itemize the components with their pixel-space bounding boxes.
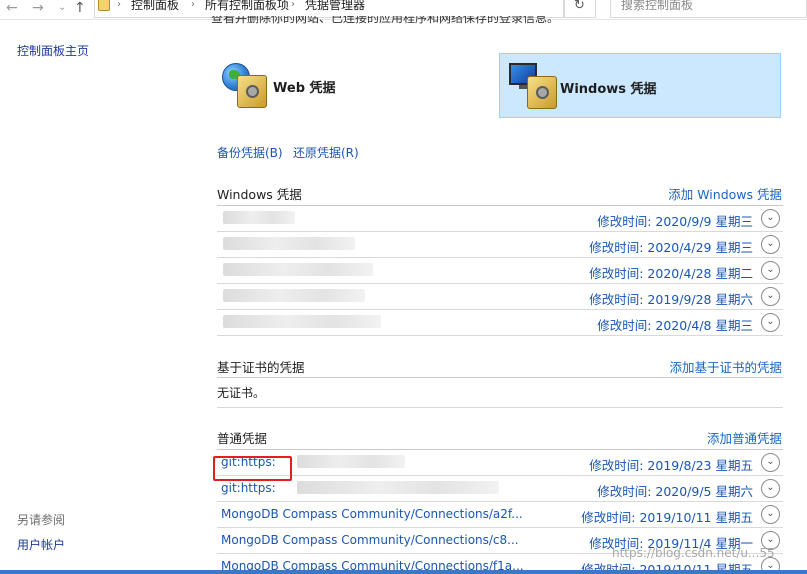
vault-icon: [237, 75, 267, 108]
windows-credential-row[interactable]: 修改时间: 2020/4/28 星期二 ⌄: [217, 258, 783, 284]
search-placeholder: 搜索控制面板: [621, 0, 694, 12]
breadcrumb-all-items[interactable]: 所有控制面板项: [205, 0, 289, 12]
breadcrumb-credential-manager[interactable]: 凭据管理器: [305, 0, 365, 12]
up-arrow-icon[interactable]: ↑: [74, 0, 86, 18]
generic-credentials-heading: 普通凭据: [217, 431, 268, 446]
credential-name: MongoDB Compass Community/Connections/a2…: [221, 507, 523, 521]
modified-date: 修改时间: 2020/4/29 星期三: [589, 240, 753, 255]
redacted-name: [223, 263, 373, 276]
intro-text: 查看并删除你的网站、已连接的应用程序和网络保存的登录信息。: [211, 16, 560, 25]
generic-credential-row[interactable]: MongoDB Compass Community/Connections/a2…: [217, 502, 783, 528]
expand-chevron-icon[interactable]: ⌄: [761, 261, 780, 280]
expand-chevron-icon[interactable]: ⌄: [761, 209, 780, 228]
redacted-name: [223, 315, 381, 328]
windows-credentials-label: Windows 凭据: [560, 82, 657, 97]
forward-arrow-icon[interactable]: →: [32, 0, 44, 18]
windows-credentials-heading: Windows 凭据: [217, 187, 302, 202]
add-generic-credential-link[interactable]: 添加普通凭据: [707, 428, 782, 447]
breadcrumb-separator-icon: ›: [117, 0, 121, 10]
redacted-name: [223, 211, 295, 224]
section-divider: [217, 407, 783, 408]
back-arrow-icon[interactable]: ←: [6, 0, 18, 18]
modified-date: 修改时间: 2020/9/9 星期三: [597, 214, 753, 229]
modified-date: 修改时间: 2019/10/11 星期五: [581, 510, 753, 525]
windows-credential-row[interactable]: 修改时间: 2020/4/8 星期三 ⌄: [217, 310, 783, 336]
redacted-segment: [297, 455, 405, 468]
add-certificate-credential-link[interactable]: 添加基于证书的凭据: [669, 357, 782, 376]
windows-credential-row[interactable]: 修改时间: 2020/9/9 星期三 ⌄: [217, 206, 783, 232]
windows-credential-row[interactable]: 修改时间: 2020/4/29 星期三 ⌄: [217, 232, 783, 258]
breadcrumb-separator-icon[interactable]: ›: [191, 0, 195, 12]
breadcrumb-control-panel[interactable]: 控制面板: [131, 0, 179, 12]
generic-credential-row[interactable]: git:https: 修改时间: 2019/8/23 星期五 ⌄: [217, 450, 783, 476]
control-panel-folder-icon: [98, 0, 110, 11]
web-credentials-label: Web 凭据: [273, 81, 336, 96]
modified-date: 修改时间: 2020/4/8 星期三: [597, 318, 753, 333]
search-input[interactable]: 搜索控制面板: [610, 0, 807, 18]
credential-name: git:https:: [221, 481, 276, 495]
vault-icon: [527, 76, 557, 109]
modified-date: 修改时间: 2020/4/28 星期二: [589, 266, 753, 281]
refresh-button[interactable]: ↻: [564, 0, 596, 18]
backup-credentials-link[interactable]: 备份凭据(B): [217, 144, 283, 161]
user-accounts-link[interactable]: 用户帐户: [17, 536, 65, 553]
add-windows-credential-link[interactable]: 添加 Windows 凭据: [668, 184, 782, 203]
watermark-text: https://blog.csdn.net/u...55: [612, 546, 775, 560]
web-credentials-tile[interactable]: Web 凭据: [215, 53, 445, 118]
restore-credentials-link[interactable]: 还原凭据(R): [293, 144, 359, 161]
redacted-name: [223, 289, 365, 302]
modified-date: 修改时间: 2019/8/23 星期五: [589, 458, 753, 473]
credential-name: MongoDB Compass Community/Connections/c8…: [221, 533, 519, 547]
generic-credential-row[interactable]: git:https: 修改时间: 2020/9/5 星期六 ⌄: [217, 476, 783, 502]
certificate-credentials-heading: 基于证书的凭据: [217, 360, 305, 375]
modified-date: 修改时间: 2020/9/5 星期六: [597, 484, 753, 499]
breadcrumb-separator-icon[interactable]: ›: [291, 0, 295, 12]
redacted-name: [223, 237, 355, 250]
section-divider: [217, 377, 783, 378]
expand-chevron-icon[interactable]: ⌄: [761, 453, 780, 472]
control-panel-home-link[interactable]: 控制面板主页: [17, 42, 89, 59]
expand-chevron-icon[interactable]: ⌄: [761, 505, 780, 524]
expand-chevron-icon[interactable]: ⌄: [761, 479, 780, 498]
redacted-segment: [297, 481, 499, 494]
annotation-highlight-box: [213, 456, 292, 481]
window-bottom-edge: [0, 570, 807, 574]
recent-locations-chevron-icon[interactable]: ⌄: [58, 0, 66, 18]
windows-credentials-tile[interactable]: Windows 凭据: [499, 53, 781, 118]
windows-credential-row[interactable]: 修改时间: 2019/9/28 星期六 ⌄: [217, 284, 783, 310]
expand-chevron-icon[interactable]: ⌄: [761, 313, 780, 332]
modified-date: 修改时间: 2019/9/28 星期六: [589, 292, 753, 307]
see-also-heading: 另请参阅: [17, 513, 66, 527]
no-certificates-text: 无证书。: [217, 386, 266, 400]
expand-chevron-icon[interactable]: ⌄: [761, 287, 780, 306]
refresh-icon: ↻: [574, 0, 585, 13]
expand-chevron-icon[interactable]: ⌄: [761, 235, 780, 254]
